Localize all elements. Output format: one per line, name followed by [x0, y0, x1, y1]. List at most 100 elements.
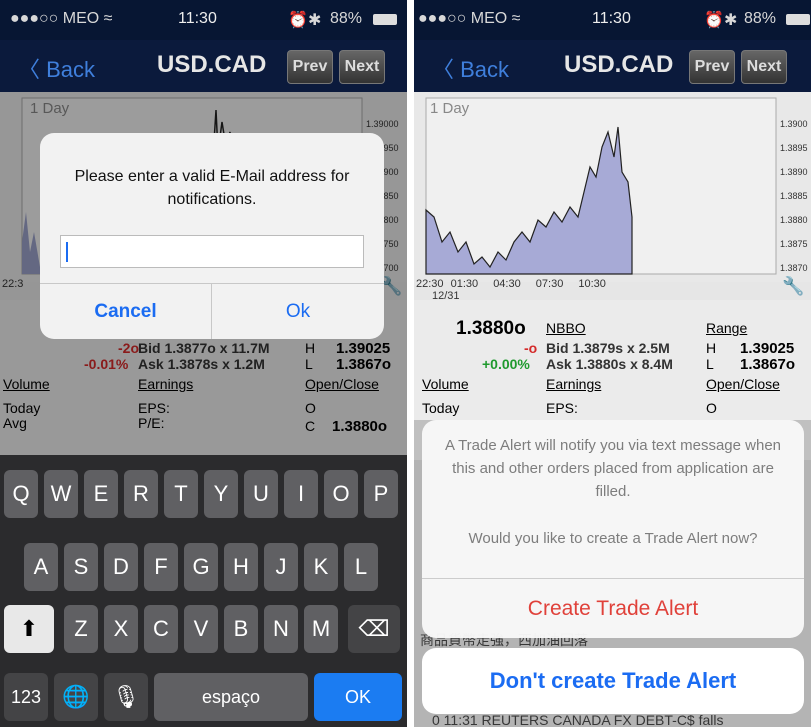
prev-button[interactable]: Prev: [689, 50, 735, 84]
price-chart[interactable]: 1 Day 1.3900 1.3895 1.3890 1.3885 1.3880…: [414, 92, 811, 302]
key-y[interactable]: Y: [204, 470, 238, 518]
alert-buttons: Cancel Ok: [40, 283, 384, 339]
change-percent: +0.00%: [482, 356, 530, 372]
status-bar: ●●●○○ MEO ≈ 11:30 ⏰ ✱ 88%: [0, 0, 407, 40]
battery-icon: [786, 14, 810, 25]
price-tick: 1.3890: [780, 167, 808, 177]
key-z[interactable]: Z: [64, 605, 98, 653]
page-title: USD.CAD: [564, 51, 674, 78]
battery-icon: [373, 14, 397, 25]
key-d[interactable]: D: [104, 543, 138, 591]
time-tick: 01:30: [450, 278, 479, 290]
time-tick: 22:30: [416, 278, 444, 290]
low-label: L: [706, 356, 714, 372]
eps-label: EPS:: [546, 400, 578, 416]
panel-divider: [407, 0, 414, 727]
high-label: H: [706, 340, 717, 356]
key-q[interactable]: Q: [4, 470, 38, 518]
key-g[interactable]: G: [184, 543, 218, 591]
key-l[interactable]: L: [344, 543, 378, 591]
key-n[interactable]: N: [264, 605, 298, 653]
price-axis: 1.3900 1.3895 1.3890 1.3885 1.3880 1.387…: [780, 112, 808, 280]
high-value: 1.39025: [740, 340, 795, 357]
key-c[interactable]: C: [144, 605, 178, 653]
key-t[interactable]: T: [164, 470, 198, 518]
prev-button[interactable]: Prev: [287, 50, 333, 84]
key-h[interactable]: H: [224, 543, 258, 591]
status-time: 11:30: [178, 10, 217, 27]
page-title: USD.CAD: [157, 51, 267, 78]
trade-alert-sheet: A Trade Alert will notify you via text m…: [422, 420, 804, 638]
sheet-question: Would you like to create a Trade Alert n…: [468, 530, 758, 547]
key-x[interactable]: X: [104, 605, 138, 653]
ok-button[interactable]: Ok: [212, 284, 384, 339]
globe-icon[interactable]: 🌐: [54, 673, 98, 721]
price-tick: 1.3875: [780, 239, 808, 249]
price-tick: 1.3885: [780, 191, 808, 201]
open-label: O: [706, 400, 717, 416]
open-close-label: Open/Close: [706, 376, 780, 392]
next-button[interactable]: Next: [339, 50, 385, 84]
left-screenshot: ●●●○○ MEO ≈ 11:30 ⏰ ✱ 88% 〈 Back USD.CAD…: [0, 0, 407, 727]
volume-label: Volume: [422, 376, 469, 392]
alert-message: Please enter a valid E-Mail address for …: [74, 168, 350, 208]
bluetooth-icon: ✱: [308, 12, 322, 29]
carrier-signal: ●●●○○ MEO ≈: [10, 10, 113, 27]
right-screenshot: ●●●○○ MEO ≈ 11:30 ⏰ ✱ 88% 〈 Back USD.CAD…: [414, 0, 811, 727]
key-u[interactable]: U: [244, 470, 278, 518]
earnings-label: Earnings: [546, 376, 602, 392]
key-a[interactable]: A: [24, 543, 58, 591]
nav-bar: 〈 Back USD.CAD Prev Next: [0, 40, 407, 92]
key-b[interactable]: B: [224, 605, 258, 653]
key-r[interactable]: R: [124, 470, 158, 518]
status-time: 11:30: [592, 10, 631, 27]
price-tick: 1.3895: [780, 143, 808, 153]
cancel-button[interactable]: Cancel: [40, 284, 212, 339]
wrench-icon[interactable]: 🔧: [782, 276, 804, 297]
shift-icon[interactable]: ⬆: [4, 605, 54, 653]
range-label: Range: [706, 320, 748, 336]
battery-percent: 88%: [330, 10, 363, 27]
key-o[interactable]: O: [324, 470, 358, 518]
key-p[interactable]: P: [364, 470, 398, 518]
email-alert-dialog: Please enter a valid E-Mail address for …: [40, 133, 384, 339]
numbers-key[interactable]: 123: [4, 673, 48, 721]
back-button[interactable]: 〈 Back: [18, 52, 95, 84]
create-trade-alert-button[interactable]: Create Trade Alert: [422, 578, 804, 638]
microphone-icon[interactable]: 🎙: [104, 673, 148, 721]
key-w[interactable]: W: [44, 470, 78, 518]
key-j[interactable]: J: [264, 543, 298, 591]
change-value: -o: [524, 340, 538, 356]
status-bar: ●●●○○ MEO ≈ 11:30 ⏰ ✱ 88%: [414, 0, 811, 40]
delete-icon[interactable]: ⌫: [348, 605, 400, 653]
space-key[interactable]: espaço: [154, 673, 308, 721]
low-value: 1.3867o: [740, 356, 796, 373]
price-tick: 1.3900: [780, 119, 808, 129]
ok-key[interactable]: OK: [314, 673, 402, 721]
today-label: Today: [422, 400, 460, 416]
time-tick: 07:30: [535, 278, 564, 290]
key-e[interactable]: E: [84, 470, 118, 518]
key-v[interactable]: V: [184, 605, 218, 653]
period-label: 1 Day: [430, 100, 470, 117]
alarm-icon: ⏰: [288, 12, 308, 29]
key-m[interactable]: M: [304, 605, 338, 653]
carrier-signal: ●●●○○ MEO ≈: [418, 10, 521, 27]
email-input[interactable]: [60, 235, 364, 268]
sheet-message: A Trade Alert will notify you via text m…: [445, 437, 781, 500]
dont-create-trade-alert-button[interactable]: Don't create Trade Alert: [422, 648, 804, 714]
ask-value: Ask 1.3880s x 8.4M: [546, 356, 673, 372]
keyboard: Q W E R T Y U I O P A S D F G H J K L ⬆ …: [0, 455, 407, 727]
key-s[interactable]: S: [64, 543, 98, 591]
key-k[interactable]: K: [304, 543, 338, 591]
last-price: 1.3880o: [456, 318, 526, 339]
key-i[interactable]: I: [284, 470, 318, 518]
next-button[interactable]: Next: [741, 50, 787, 84]
battery-percent: 88%: [744, 10, 777, 27]
text-caret: [66, 242, 68, 262]
key-f[interactable]: F: [144, 543, 178, 591]
back-button[interactable]: 〈 Back: [432, 52, 509, 84]
nbbo-label: NBBO: [546, 320, 586, 336]
price-tick: 1.3880: [780, 215, 808, 225]
bid-value: Bid 1.3879s x 2.5M: [546, 340, 670, 356]
